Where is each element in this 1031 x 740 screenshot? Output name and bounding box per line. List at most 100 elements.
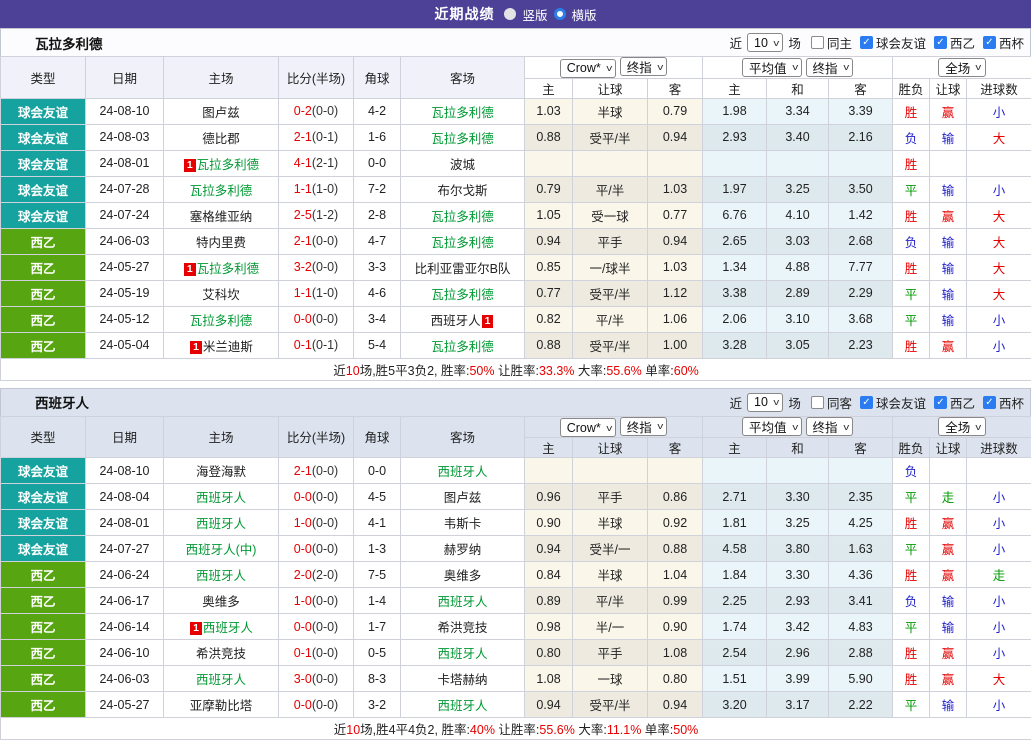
avg-draw-cell: [767, 458, 829, 484]
away-team-cell: 瓦拉多利德: [401, 124, 525, 150]
summary-text: 10: [346, 723, 360, 737]
odds-away-cell: 1.04: [648, 562, 703, 588]
halftime-score: (0-0): [312, 234, 338, 248]
team-name: 艾科坎: [202, 288, 240, 302]
filter-checkbox-西杯[interactable]: ✓: [983, 396, 996, 409]
chevron-down-icon: v: [606, 63, 612, 73]
filter-checkbox-同客[interactable]: [811, 396, 824, 409]
away-team-cell: 西班牙人: [401, 458, 525, 484]
filter-checkbox-西乙[interactable]: ✓: [934, 396, 947, 409]
column-header: 类型: [1, 416, 86, 458]
filter-checkbox-西杯[interactable]: ✓: [983, 36, 996, 49]
corners-cell: 1-3: [354, 536, 401, 562]
league-cell: 西乙: [1, 588, 86, 614]
match-row: 西乙24-05-12瓦拉多利德0-0(0-0)3-4西班牙人10.82平/半1.…: [1, 306, 1031, 332]
column-subheader: 客: [648, 438, 703, 458]
bookmaker-select[interactable]: Crow*v: [560, 418, 617, 437]
odds-away-cell: 0.88: [648, 536, 703, 562]
final-odds-select-1[interactable]: 终指v: [620, 417, 668, 436]
games-count-select[interactable]: 10v: [747, 393, 783, 412]
handicap-line-cell: 平/半: [573, 306, 648, 332]
final-odds-select-2[interactable]: 终指v: [806, 58, 854, 77]
results-table: 类型日期主场比分(半场)角球客场Crow*v 终指v 平均值v 终指v 全场v …: [0, 56, 1031, 381]
filter-label[interactable]: 西杯: [999, 33, 1024, 52]
avg-home-cell: 1.97: [703, 176, 767, 202]
header-select-group: 平均值v 终指v: [703, 416, 893, 438]
league-cell: 西乙: [1, 228, 86, 254]
corners-cell: 1-4: [354, 588, 401, 614]
fulltime-select[interactable]: 全场v: [938, 58, 986, 77]
handicap-line-cell: 一/球半: [573, 254, 648, 280]
odds-home-cell: [525, 150, 573, 176]
halftime-score: (0-0): [312, 464, 338, 478]
horizontal-layout-label[interactable]: 横版: [572, 5, 597, 24]
score-cell: 2-1(0-0): [279, 228, 354, 254]
handicap-result-cell: 输: [930, 306, 967, 332]
avg-draw-cell: 4.10: [767, 202, 829, 228]
horizontal-layout-radio[interactable]: [554, 8, 566, 20]
filter-label[interactable]: 球会友谊: [876, 33, 926, 52]
team-name: 瓦拉多利德: [197, 262, 260, 276]
neutral-badge: 1: [190, 622, 202, 635]
handicap-result-cell: 输: [930, 124, 967, 150]
match-row: 球会友谊24-08-04西班牙人0-0(0-0)4-5图卢兹0.96平手0.86…: [1, 484, 1031, 510]
goals-result-cell: 大: [967, 124, 1031, 150]
games-count-select[interactable]: 10v: [747, 33, 783, 52]
goals-result-cell: [967, 458, 1031, 484]
vertical-layout-radio[interactable]: [504, 8, 516, 20]
handicap-line-cell: 半球: [573, 562, 648, 588]
halftime-score: (0-1): [312, 130, 338, 144]
vertical-layout-label[interactable]: 竖版: [522, 5, 547, 24]
avg-home-cell: 4.58: [703, 536, 767, 562]
fulltime-select[interactable]: 全场v: [938, 417, 986, 436]
handicap-result-cell: 输: [930, 692, 967, 718]
avg-away-cell: 3.50: [829, 176, 893, 202]
team-name: 图卢兹: [202, 106, 240, 120]
filter-checkbox-球会友谊[interactable]: ✓: [860, 36, 873, 49]
fulltime-score: 2-5: [294, 208, 312, 222]
date-cell: 24-05-27: [86, 692, 164, 718]
date-cell: 24-08-03: [86, 124, 164, 150]
column-header: 主场: [164, 57, 279, 99]
score-cell: 0-0(0-0): [279, 692, 354, 718]
away-team-cell: 奥维多: [401, 562, 525, 588]
filter-checkbox-同主[interactable]: [811, 36, 824, 49]
odds-away-cell: 0.86: [648, 484, 703, 510]
corners-cell: 4-1: [354, 510, 401, 536]
final-odds-select-1[interactable]: 终指v: [620, 57, 668, 76]
handicap-result-cell: [930, 150, 967, 176]
odds-home-cell: 0.82: [525, 306, 573, 332]
filter-label[interactable]: 西乙: [950, 33, 975, 52]
avg-home-cell: 1.34: [703, 254, 767, 280]
team-name: 瓦拉多利德: [431, 132, 494, 146]
filter-checkbox-球会友谊[interactable]: ✓: [860, 396, 873, 409]
bookmaker-select[interactable]: Crow*v: [560, 59, 617, 78]
filter-controls: 近10v场同主✓球会友谊✓西乙✓西杯: [728, 33, 1025, 52]
average-select[interactable]: 平均值v: [742, 417, 802, 436]
filter-label[interactable]: 球会友谊: [876, 393, 926, 412]
score-cell: 0-1(0-1): [279, 332, 354, 358]
corners-cell: 1-6: [354, 124, 401, 150]
handicap-line-cell: 受一球: [573, 202, 648, 228]
fulltime-score: 1-1: [294, 286, 312, 300]
average-select[interactable]: 平均值v: [742, 58, 802, 77]
avg-away-cell: 3.68: [829, 306, 893, 332]
league-cell: 球会友谊: [1, 150, 86, 176]
away-team-cell: 韦斯卡: [401, 510, 525, 536]
team-name: 瓦拉多利德: [431, 210, 494, 224]
filter-label[interactable]: 同主: [827, 33, 852, 52]
filter-label[interactable]: 同客: [827, 393, 852, 412]
league-cell: 球会友谊: [1, 484, 86, 510]
odds-home-cell: 0.79: [525, 176, 573, 202]
filter-label[interactable]: 西杯: [999, 393, 1024, 412]
column-subheader: 胜负: [893, 78, 930, 98]
avg-away-cell: [829, 150, 893, 176]
odds-away-cell: 0.99: [648, 588, 703, 614]
filter-label[interactable]: 西乙: [950, 393, 975, 412]
corners-cell: 3-4: [354, 306, 401, 332]
team-name: 德比郡: [202, 132, 240, 146]
handicap-line-cell: 半球: [573, 510, 648, 536]
avg-home-cell: 1.51: [703, 666, 767, 692]
final-odds-select-2[interactable]: 终指v: [806, 417, 854, 436]
filter-checkbox-西乙[interactable]: ✓: [934, 36, 947, 49]
